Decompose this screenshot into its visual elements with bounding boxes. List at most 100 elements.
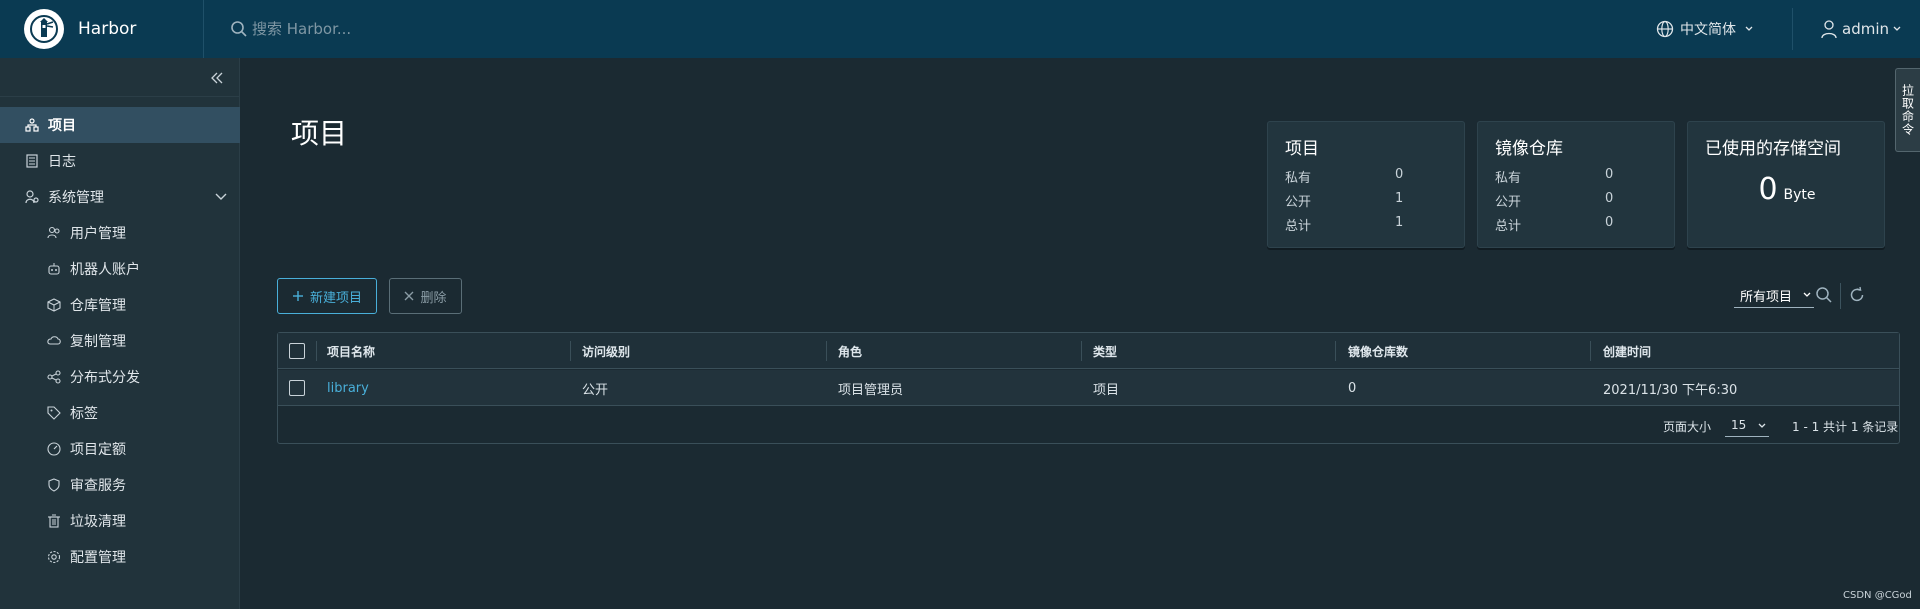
column-header-type[interactable]: 类型: [1093, 333, 1117, 369]
admin-icon: [24, 189, 40, 205]
watermark: CSDN @CGod: [1843, 590, 1912, 601]
project-name-link[interactable]: library: [327, 370, 369, 406]
sidebar-item-label: 项目: [48, 118, 76, 134]
storage-summary-card: 已使用的存储空间 0 Byte: [1687, 121, 1885, 248]
card-title: 已使用的存储空间: [1705, 139, 1841, 159]
sidebar-item-label: 复制管理: [70, 334, 126, 350]
table-header: 项目名称 访问级别 角色 类型 镜像仓库数 创建时间: [278, 333, 1899, 369]
user-menu[interactable]: admin: [1820, 0, 1902, 58]
sidebar-item-label: 系统管理: [48, 190, 104, 206]
refresh-icon: [1850, 286, 1864, 302]
sidebar-item-label: 标签: [70, 406, 98, 422]
column-divider: [1081, 341, 1082, 361]
sidebar-item-users[interactable]: 用户管理: [0, 215, 240, 251]
role-cell: 项目管理员: [838, 382, 904, 398]
sidebar-item-registries[interactable]: 仓库管理: [0, 287, 240, 323]
toolbar-divider: [1840, 283, 1841, 309]
access-level-cell: 公开: [582, 382, 609, 398]
column-header-name[interactable]: 项目名称: [327, 333, 375, 369]
distribution-icon: [46, 369, 62, 385]
search-input[interactable]: [252, 20, 472, 38]
project-filter-select[interactable]: 所有项目: [1734, 284, 1814, 308]
new-project-button[interactable]: 新建项目: [277, 278, 377, 314]
column-header-created[interactable]: 创建时间: [1603, 333, 1651, 369]
sidebar-item-logs[interactable]: 日志: [0, 143, 240, 179]
sidebar-item-label: 用户管理: [70, 226, 126, 242]
sidebar-item-projects[interactable]: 项目: [0, 107, 240, 143]
double-chevron-left-icon: [211, 72, 223, 84]
users-icon: [46, 225, 62, 241]
header-divider: [1792, 8, 1793, 50]
column-header-role[interactable]: 角色: [838, 333, 862, 369]
storage-number: 0: [1758, 172, 1778, 207]
sidebar-divider: [0, 96, 240, 97]
plus-icon: [292, 290, 304, 302]
card-row: 公开 1: [1285, 191, 1455, 210]
sidebar-item-garbage-collection[interactable]: 垃圾清理: [0, 503, 240, 539]
chevron-down-icon: [1745, 26, 1753, 31]
column-divider: [570, 341, 571, 361]
row-label: 公开: [1495, 195, 1522, 210]
refresh-button[interactable]: [1848, 286, 1866, 308]
sidebar-item-configuration[interactable]: 配置管理: [0, 539, 240, 575]
repositories-summary-card: 镜像仓库 私有 0 公开 0 总计 0: [1477, 121, 1675, 248]
chevron-down-icon: [1893, 26, 1901, 31]
row-label: 总计: [1495, 219, 1522, 234]
sidebar-item-admin[interactable]: 系统管理: [0, 179, 240, 215]
delete-label: 删除: [420, 290, 447, 306]
sidebar-item-replications[interactable]: 复制管理: [0, 323, 240, 359]
storage-unit: Byte: [1783, 187, 1816, 203]
sidebar: 项目 日志 系统管理 用户管理 机器人账户 仓库管理 复制管理 分布式分发 标签…: [0, 58, 240, 609]
row-checkbox[interactable]: [289, 380, 305, 396]
collapse-sidebar-button[interactable]: [205, 66, 229, 90]
table-search-button[interactable]: [1815, 286, 1833, 308]
language-selector[interactable]: 中文简体: [1656, 0, 1754, 58]
global-search[interactable]: [230, 20, 490, 38]
page-size-label: 页面大小: [1663, 420, 1712, 434]
card-row: 私有 0: [1285, 167, 1455, 186]
type-cell: 项目: [1093, 382, 1120, 398]
sidebar-item-robot-accounts[interactable]: 机器人账户: [0, 251, 240, 287]
harbor-logo-icon: [24, 9, 64, 49]
created-time-cell: 2021/11/30 下午6:30: [1603, 382, 1738, 398]
sidebar-item-tags[interactable]: 标签: [0, 395, 240, 431]
pull-command-panel-toggle[interactable]: 拉取命令: [1895, 68, 1920, 152]
sidebar-item-label: 仓库管理: [70, 298, 126, 314]
sidebar-item-label: 项目定额: [70, 442, 126, 458]
sidebar-item-distributions[interactable]: 分布式分发: [0, 359, 240, 395]
chevron-down-icon: [1803, 292, 1811, 297]
storage-value: 0 Byte: [1688, 172, 1886, 207]
user-icon: [1821, 20, 1837, 39]
column-divider: [1590, 341, 1591, 361]
sidebar-item-label: 审查服务: [70, 478, 126, 494]
brand[interactable]: Harbor: [0, 0, 204, 58]
sidebar-item-label: 配置管理: [70, 550, 126, 566]
sidebar-item-quotas[interactable]: 项目定额: [0, 431, 240, 467]
quota-icon: [46, 441, 62, 457]
new-project-label: 新建项目: [309, 290, 362, 306]
language-label: 中文简体: [1680, 22, 1736, 38]
page-size-select[interactable]: 15: [1725, 415, 1769, 437]
repo-count-cell: 0: [1348, 380, 1357, 396]
search-icon: [231, 21, 247, 37]
chevron-down-icon: [215, 193, 227, 200]
close-icon: [404, 291, 414, 301]
select-all-checkbox[interactable]: [289, 343, 305, 359]
row-value: 1: [1395, 215, 1404, 230]
sidebar-item-label: 日志: [48, 154, 76, 170]
user-name: admin: [1842, 20, 1889, 38]
table-row: library 公开 项目管理员 项目 0 2021/11/30 下午6:30: [278, 370, 1899, 406]
column-header-access[interactable]: 访问级别: [582, 333, 630, 369]
row-label: 私有: [1285, 171, 1312, 186]
card-row: 总计 1: [1285, 215, 1455, 234]
filter-label: 所有项目: [1740, 290, 1793, 305]
table-footer: 页面大小 15 1 - 1 共计 1 条记录: [278, 407, 1899, 443]
search-icon: [1816, 287, 1832, 303]
projects-summary-card: 项目 私有 0 公开 1 总计 1: [1267, 121, 1465, 248]
column-header-repo-count[interactable]: 镜像仓库数: [1348, 333, 1408, 369]
sidebar-item-interrogation-services[interactable]: 审查服务: [0, 467, 240, 503]
sidebar-item-label: 分布式分发: [70, 370, 140, 386]
card-row: 总计 0: [1495, 215, 1665, 234]
delete-button[interactable]: 删除: [389, 278, 462, 314]
row-value: 0: [1605, 215, 1614, 230]
